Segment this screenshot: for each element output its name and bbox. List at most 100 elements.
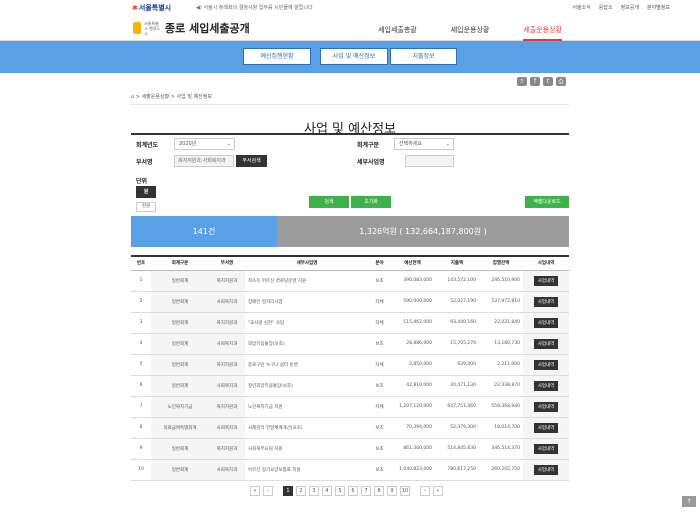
breadcrumb-item[interactable]: 세출운용상황 [142, 94, 170, 100]
cell-project: 종로구민 누구나 쉼터 운영 [245, 354, 369, 376]
brand-symbol-icon [133, 22, 141, 34]
cell-balance: 246,510,900 [479, 270, 523, 292]
pager-page[interactable]: 5 [335, 486, 345, 496]
cell-spent: 647,751,060 [435, 396, 479, 418]
header: 서울특별시 행정도시 종로 세입세출공개 세입세출총괄 세입운용상황 세출운용상… [0, 14, 700, 41]
notice-text: 서울시 정례회의 결정사항 업무를 시민들께 알립니다 [203, 5, 313, 11]
twitter-icon[interactable]: t [543, 77, 553, 86]
unit-thousand-toggle[interactable]: 천원 [136, 202, 156, 212]
unit-won-toggle[interactable]: 원 [136, 186, 156, 198]
pager-page[interactable]: 4 [322, 486, 332, 496]
top-link-disclosure[interactable]: 정보공개 [621, 4, 639, 11]
table-row: 3 일반회계 복지지원과 "효사랑 실천" 사업 자체 115,462,000 93,440… [131, 312, 569, 334]
detail-button[interactable]: 사업내역 [533, 338, 559, 349]
facebook-icon[interactable]: f [530, 77, 540, 86]
main-nav: 세입세출총괄 세입운용상황 세출운용상황 [378, 25, 562, 41]
detail-button[interactable]: 사업내역 [533, 275, 559, 286]
home-icon[interactable]: ⌂ [131, 94, 134, 100]
dept-search-button[interactable]: 부서검색 [236, 155, 267, 167]
scroll-top-button[interactable]: ↑ [682, 496, 696, 507]
subnav-project-budget[interactable]: 사업 및 예산정보 [320, 48, 388, 65]
cell-budget: 70,394,000 [390, 417, 435, 439]
pager-page[interactable]: 9 [387, 486, 397, 496]
dept-input[interactable]: 복지지원과,사회복지과 [174, 155, 234, 167]
seoul-logo[interactable]: ✱서울특별시 [132, 3, 171, 13]
detail-button[interactable]: 사업내역 [533, 464, 559, 475]
top-links: 서울소식 응답소 정보공개 분야별정보 [572, 4, 670, 11]
excel-download-button[interactable]: 엑셀다운로드 [525, 196, 569, 208]
col-balance: 집행잔액 [479, 255, 523, 271]
account-select[interactable]: 선택하세요 ⌄ [394, 138, 454, 150]
cell-project: 어르신 장기요양보험료 지원 [245, 459, 369, 481]
site-brand[interactable]: 서울특별시 행정도시 종로 세입세출공개 [133, 20, 250, 36]
share-icon[interactable]: ⇪ [517, 77, 527, 86]
detail-button[interactable]: 사업내역 [533, 380, 559, 391]
pager-page[interactable]: 10 [400, 486, 410, 496]
table-row: 9 일반회계 복지지원과 사회복무요원 지원 보조 861,360,000 514,845,… [131, 438, 569, 460]
detail-button[interactable]: 사업내역 [533, 422, 559, 433]
cell-budget: 1,207,120,000 [390, 396, 435, 418]
sns-buttons: ⇪ f t ⎙ [517, 77, 566, 86]
search-button[interactable]: 검색 [309, 196, 349, 208]
cell-no: 3 [131, 312, 151, 334]
cell-field: 보조 [369, 333, 390, 355]
pager-page[interactable]: 1 [283, 486, 293, 496]
cell-no: 8 [131, 417, 151, 439]
chevron-down-icon: ⌄ [445, 141, 450, 147]
top-link-response[interactable]: 응답소 [599, 4, 613, 11]
cell-balance: 537,972,810 [479, 291, 523, 313]
result-amount: 1,326억원 ( 132,664,187,800원 ) [277, 216, 569, 247]
table-row: 4 일반회계 사회복지과 희망키움통장(보조) 보조 28,886,000 15,705,2… [131, 333, 569, 355]
detail-input[interactable] [405, 155, 454, 167]
cell-spent: 780,617,250 [435, 459, 479, 481]
pager-page[interactable]: 7 [361, 486, 371, 496]
top-notice[interactable]: ◀) 서울시 정례회의 결정사항 업무를 시민들께 알립니다 [196, 4, 313, 11]
top-link-field-info[interactable]: 분야별정보 [647, 4, 670, 11]
subnav-spending[interactable]: 지출정보 [390, 48, 457, 65]
pager-prev-button[interactable]: ‹ [263, 486, 273, 496]
cell-detail: 사업내역 [523, 333, 569, 355]
pager-first-button[interactable]: « [250, 486, 260, 496]
cell-no: 4 [131, 333, 151, 355]
table-row: 1 일반회계 복지지원과 저소득 어르신 경로당운영 지원 보조 390,083,000 1… [131, 270, 569, 292]
cell-spent: 143,572,100 [435, 270, 479, 292]
pager-next-button[interactable]: › [420, 486, 430, 496]
year-select[interactable]: 2020년 ⌄ [174, 138, 235, 150]
cell-field: 보조 [369, 417, 390, 439]
cell-spent: 514,845,630 [435, 438, 479, 460]
reset-button[interactable]: 초기화 [351, 196, 391, 208]
cell-account: 일반회계 [151, 438, 209, 460]
cell-no: 7 [131, 396, 151, 418]
cell-balance: 2,211,000 [479, 354, 523, 376]
cell-detail: 사업내역 [523, 459, 569, 481]
cell-spent: 93,440,160 [435, 312, 479, 334]
cell-project: 청년희망키움통장(보조) [245, 375, 369, 397]
cell-no: 9 [131, 438, 151, 460]
cell-detail: 사업내역 [523, 270, 569, 292]
pager-pages: 1 2 3 4 5 6 7 8 9 10 [283, 486, 410, 496]
detail-button[interactable]: 사업내역 [533, 317, 559, 328]
pager-page[interactable]: 6 [348, 486, 358, 496]
detail-button[interactable]: 사업내역 [533, 359, 559, 370]
pager-page[interactable]: 2 [296, 486, 306, 496]
nav-revenue[interactable]: 세입운용상황 [451, 25, 490, 41]
dept-label: 부서명 [136, 159, 153, 166]
cell-account: 노인복지기금 [151, 396, 209, 418]
print-icon[interactable]: ⎙ [556, 77, 566, 86]
nav-total[interactable]: 세입세출총괄 [378, 25, 417, 41]
detail-button[interactable]: 사업내역 [533, 296, 559, 307]
nav-expenditure[interactable]: 세출운용상황 [523, 25, 562, 41]
cell-spent: 15,705,270 [435, 333, 479, 355]
detail-button[interactable]: 사업내역 [533, 443, 559, 454]
cell-budget: 2,850,000 [390, 354, 435, 376]
cell-dept: 복지지원과 [209, 354, 245, 376]
cell-detail: 사업내역 [523, 354, 569, 376]
pager-last-button[interactable]: » [433, 486, 443, 496]
pager-page[interactable]: 8 [374, 486, 384, 496]
detail-button[interactable]: 사업내역 [533, 401, 559, 412]
subnav-budget-status[interactable]: 예산집행현황 [243, 48, 311, 65]
top-link-news[interactable]: 서울소식 [572, 4, 590, 11]
pager-page[interactable]: 3 [309, 486, 319, 496]
cell-account: 일반회계 [151, 375, 209, 397]
year-label: 회계년도 [136, 142, 159, 149]
